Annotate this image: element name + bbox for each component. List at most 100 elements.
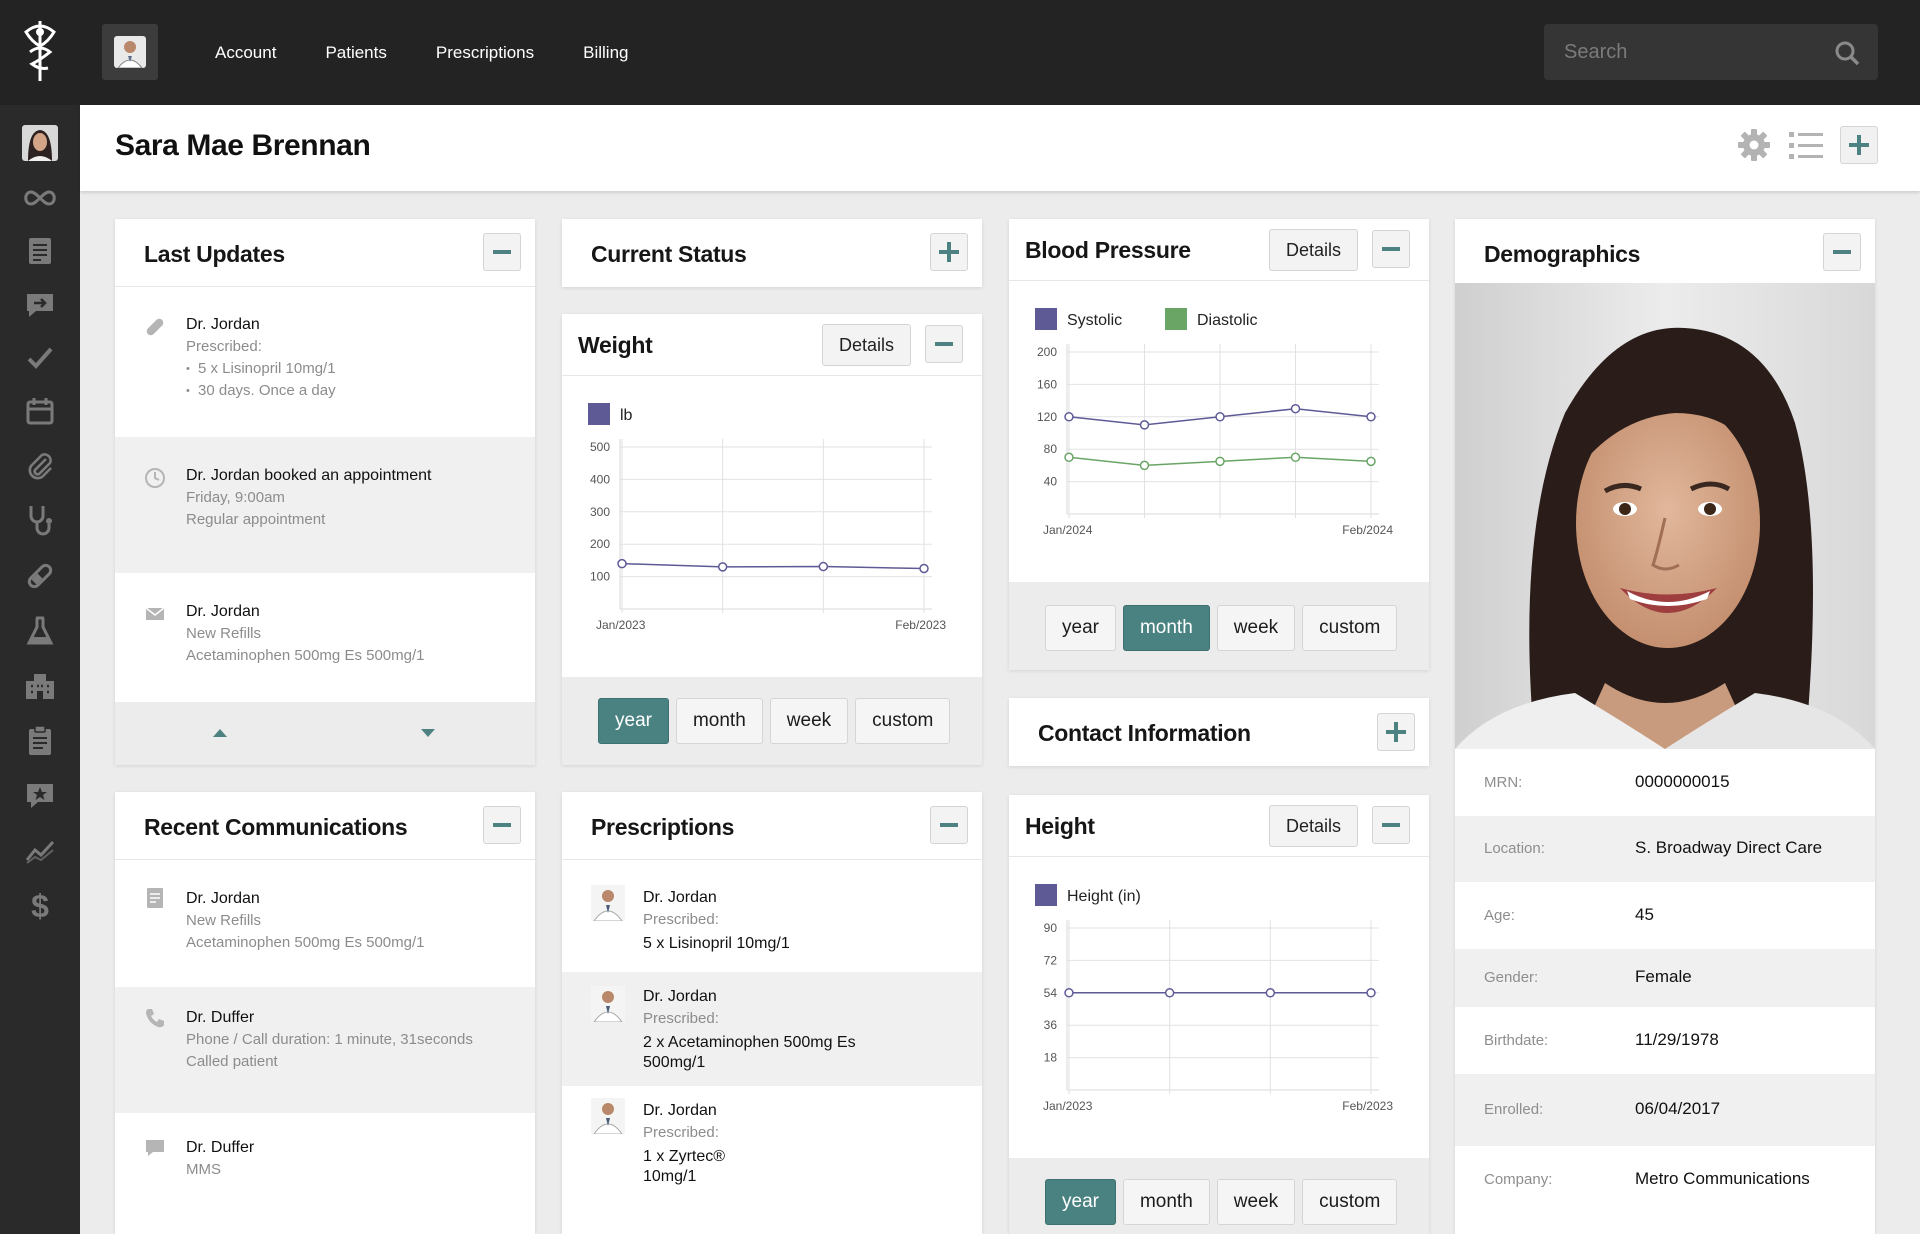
- collapse-button[interactable]: [925, 325, 963, 363]
- field-label: MRN:: [1484, 774, 1523, 791]
- legend-swatch: [1035, 884, 1057, 906]
- collapse-button[interactable]: [483, 233, 521, 271]
- range-year-button[interactable]: year: [1045, 1179, 1116, 1225]
- details-button[interactable]: Details: [1269, 805, 1359, 847]
- doctor-avatar: [114, 36, 146, 68]
- field-label: Company:: [1484, 1171, 1553, 1188]
- range-week-button[interactable]: week: [1216, 605, 1296, 651]
- hospital-icon[interactable]: [22, 668, 58, 704]
- field-label: Gender:: [1484, 969, 1539, 986]
- minus-icon: [935, 342, 953, 346]
- height-chart-svg: Height (in) 18 36 54 72 90 Jan/2023 Feb/2023: [1035, 884, 1393, 1113]
- collapse-button[interactable]: [1372, 230, 1410, 268]
- search-input[interactable]: [1544, 24, 1824, 80]
- range-month-button[interactable]: month: [1122, 1179, 1210, 1225]
- x-tick-label: Feb/2024: [1342, 523, 1393, 537]
- list-item[interactable]: Dr. Jordan New Refills Acetaminophen 500…: [115, 573, 535, 702]
- data-point: [1139, 420, 1150, 430]
- x-tick-label: Feb/2023: [895, 618, 946, 632]
- range-month-button[interactable]: month: [675, 698, 763, 744]
- data-point: [1366, 412, 1376, 422]
- svg-text:$: $: [31, 889, 49, 923]
- minus-icon: [493, 250, 511, 254]
- range-month-button[interactable]: month: [1122, 605, 1210, 651]
- x-tick-label: Jan/2023: [1043, 1099, 1093, 1113]
- data-point: [1139, 460, 1150, 471]
- minus-icon: [1833, 250, 1851, 254]
- range-custom-button[interactable]: custom: [1302, 605, 1398, 651]
- expand-button[interactable]: [930, 233, 968, 271]
- scroll-down-icon[interactable]: [420, 727, 436, 739]
- nav-patients[interactable]: Patients: [325, 43, 386, 63]
- card-title: Height: [1025, 813, 1095, 839]
- nav-account[interactable]: Account: [215, 43, 276, 63]
- data-point: [1215, 456, 1225, 467]
- legend-label: Systolic: [1067, 312, 1122, 329]
- clock-icon: [145, 468, 165, 488]
- star-message-icon[interactable]: [22, 778, 58, 814]
- y-tick-label: 200: [1037, 345, 1057, 359]
- list-item[interactable]: Dr. Duffer Phone / Call duration: 1 minu…: [115, 987, 535, 1113]
- stethoscope-icon[interactable]: [22, 503, 58, 539]
- clipboard-icon[interactable]: [22, 723, 58, 759]
- range-year-button[interactable]: year: [598, 698, 669, 744]
- chat-bubble-icon: [146, 1140, 164, 1156]
- doctor-avatar: [591, 885, 625, 922]
- calendar-icon[interactable]: [22, 393, 58, 429]
- minus-icon: [1382, 247, 1400, 251]
- range-week-button[interactable]: week: [769, 698, 849, 744]
- bp-range-buttons: year month week custom: [1045, 605, 1398, 651]
- data-point: [818, 561, 829, 572]
- data-point: [1064, 412, 1074, 422]
- range-year-button[interactable]: year: [1045, 605, 1116, 651]
- y-tick-label: 90: [1044, 921, 1058, 935]
- collapse-button[interactable]: [1823, 233, 1861, 271]
- collapse-button[interactable]: [930, 806, 968, 844]
- list-item[interactable]: Dr. Jordan New Refills Acetaminophen 500…: [115, 861, 535, 987]
- list-item[interactable]: Dr. Jordan booked an appointment Friday,…: [115, 437, 535, 573]
- gear-icon[interactable]: [1737, 128, 1771, 162]
- data-point: [1164, 988, 1175, 998]
- search-icon[interactable]: [1834, 40, 1860, 66]
- details-button[interactable]: Details: [822, 324, 912, 366]
- range-week-button[interactable]: week: [1216, 1179, 1296, 1225]
- checkmark-icon[interactable]: [22, 340, 58, 376]
- scroll-up-icon[interactable]: [212, 727, 228, 739]
- range-custom-button[interactable]: custom: [855, 698, 951, 744]
- legend-swatch: [1165, 308, 1187, 330]
- y-tick-label: 54: [1044, 986, 1058, 1000]
- doctor-avatar: [591, 1098, 625, 1135]
- y-tick-label: 500: [590, 440, 610, 454]
- billing-dollar-icon[interactable]: $: [22, 888, 58, 924]
- sidebar-patient-avatar[interactable]: [22, 125, 58, 161]
- infinity-icon[interactable]: [22, 180, 58, 216]
- doctor-avatar-button[interactable]: [102, 24, 158, 80]
- caduceus-logo-icon[interactable]: [18, 18, 62, 84]
- message-forward-icon[interactable]: [22, 287, 58, 323]
- range-custom-button[interactable]: custom: [1302, 1179, 1398, 1225]
- lab-flask-icon[interactable]: [22, 613, 58, 649]
- collapse-button[interactable]: [483, 806, 521, 844]
- paperclip-icon[interactable]: [22, 448, 58, 484]
- details-button[interactable]: Details: [1269, 229, 1359, 271]
- card-title: Last Updates: [144, 241, 285, 267]
- trend-chart-icon[interactable]: [22, 833, 58, 869]
- legend-swatch: [1035, 308, 1057, 330]
- nav-billing[interactable]: Billing: [583, 43, 628, 63]
- nav-prescriptions[interactable]: Prescriptions: [436, 43, 534, 63]
- list-view-icon[interactable]: [1788, 130, 1824, 162]
- collapse-button[interactable]: [1372, 806, 1410, 844]
- list-item[interactable]: Dr. Jordan Prescribed: 5 x Lisinopril 10…: [562, 861, 982, 963]
- demographic-row: Enrolled: 06/04/2017: [1455, 1074, 1875, 1146]
- field-value: 0000000015: [1635, 772, 1730, 791]
- sidebar: $: [0, 105, 80, 1234]
- pill-icon[interactable]: [22, 558, 58, 594]
- list-item[interactable]: Dr. Jordan Prescribed: 1 x Zyrtec® 10mg/…: [562, 1086, 982, 1198]
- expand-button[interactable]: [1377, 713, 1415, 751]
- notes-icon[interactable]: [22, 233, 58, 269]
- contact-information-card: Contact Information: [1009, 698, 1429, 766]
- list-item[interactable]: Dr. Jordan Prescribed: 2 x Acetaminophen…: [562, 972, 982, 1086]
- list-item[interactable]: Dr. Jordan Prescribed: 5 x Lisinopril 10…: [115, 288, 535, 424]
- list-item[interactable]: Dr. Duffer MMS: [115, 1113, 535, 1214]
- add-button[interactable]: [1840, 126, 1878, 164]
